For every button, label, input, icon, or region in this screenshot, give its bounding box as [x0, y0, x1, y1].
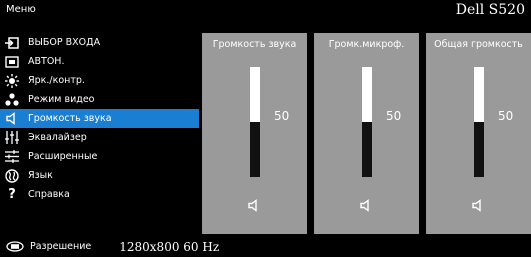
volume-slider-track[interactable]	[362, 122, 372, 177]
sidebar-item-brightness[interactable]: Ярк./контр.	[0, 71, 199, 90]
sidebar-item-language[interactable]: Язык	[0, 166, 199, 185]
input-source-icon	[4, 36, 20, 50]
speaker-icon	[4, 112, 20, 126]
volume-slider-fill[interactable]	[250, 67, 260, 122]
volume-panel-master: Общая громкость 50	[426, 33, 531, 234]
sidebar-item-video-mode[interactable]: Режим видео	[0, 90, 199, 109]
sidebar-item-volume[interactable]: Громкость звука	[0, 109, 199, 128]
sidebar-item-equalizer[interactable]: Эквалайзер	[0, 128, 199, 147]
volume-slider-fill[interactable]	[362, 67, 372, 122]
sidebar-item-label: Громкость звука	[28, 113, 112, 124]
sidebar-item-label: Язык	[28, 170, 53, 181]
volume-panel-mic: Громк.микроф. 50	[314, 33, 419, 234]
panel-title: Общая громкость	[434, 39, 523, 50]
volume-value: 50	[498, 109, 514, 123]
equalizer-icon	[4, 131, 20, 145]
volume-slider-track[interactable]	[250, 122, 260, 177]
volume-value: 50	[386, 109, 402, 123]
sidebar-item-advanced[interactable]: Расширенные	[0, 147, 199, 166]
sidebar-item-input-source[interactable]: ВЫБОР ВХОДА	[0, 33, 199, 52]
volume-slider-fill[interactable]	[474, 67, 484, 122]
language-icon	[4, 168, 20, 183]
advanced-settings-icon	[4, 150, 20, 164]
sidebar-item-label: АВТОН.	[28, 56, 65, 67]
sidebar-item-help[interactable]: ? Справка	[0, 185, 199, 204]
sidebar-item-label: ВЫБОР ВХОДА	[28, 37, 101, 48]
sidebar-item-label: Режим видео	[28, 94, 95, 105]
speaker-icon	[360, 197, 372, 216]
brightness-icon	[4, 73, 20, 88]
panel-title: Громк.микроф.	[328, 39, 405, 50]
brand-label: Dell S520	[455, 2, 525, 18]
sidebar-item-auto-adjust[interactable]: АВТОН.	[0, 52, 199, 71]
help-icon: ?	[8, 187, 16, 202]
panel-title: Громкость звука	[212, 39, 297, 50]
menu-title: Меню	[6, 4, 36, 15]
volume-slider-track[interactable]	[474, 122, 484, 177]
header-bar: Меню Dell S520	[0, 0, 531, 22]
speaker-icon	[248, 197, 260, 216]
video-mode-icon	[4, 93, 20, 107]
sidebar-item-label: Расширенные	[28, 151, 98, 162]
volume-value: 50	[274, 109, 290, 123]
sidebar-item-label: Ярк./контр.	[28, 75, 85, 86]
resolution-icon	[6, 241, 24, 252]
speaker-icon	[472, 197, 484, 216]
resolution-label: Разрешение	[30, 241, 92, 252]
resolution-value: 1280x800 60 Hz	[119, 239, 220, 254]
volume-panel-audio: Громкость звука 50	[202, 33, 307, 234]
sidebar-menu: ВЫБОР ВХОДА АВТОН. Ярк./контр. Режим вид…	[0, 33, 199, 204]
sidebar-item-label: Эквалайзер	[28, 132, 87, 143]
status-bar: Разрешение 1280x800 60 Hz	[0, 236, 531, 257]
auto-adjust-icon	[4, 55, 20, 69]
sidebar-item-label: Справка	[28, 189, 70, 200]
